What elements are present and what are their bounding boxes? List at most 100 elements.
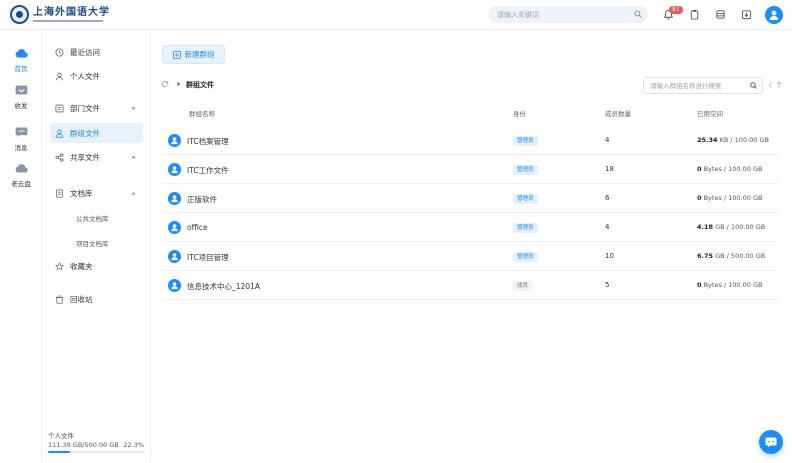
clipboard-icon[interactable] [689, 9, 700, 20]
group-name[interactable]: ITC档案管理 [187, 136, 229, 147]
global-search-input[interactable] [497, 8, 627, 21]
quota-value: 111.39 GB/500.00 GB [48, 441, 119, 449]
used-space-value: 25.34 [697, 136, 718, 144]
top-bar: 上海外国语大学 87 [0, 0, 792, 30]
member-count: 5 [605, 281, 610, 289]
used-space-value: 4.18 [697, 223, 714, 231]
trash-icon [55, 294, 64, 304]
table-row[interactable]: ITC项目管理 管理员 10 6.75 GB / 500.00 GB [162, 242, 779, 271]
rail-item-messages[interactable]: 消息 [0, 127, 42, 152]
logo-subtitle-line [33, 20, 103, 22]
cloud-icon [15, 49, 28, 58]
used-space-total: Bytes / 100.00 GB [701, 165, 763, 173]
main-content: 新建群组 群组文件 群组名称 身份 成员数量 已用空间 ITC档案管理管理员 4 2… [151, 30, 792, 463]
used-space-total: Bytes / 100.00 GB [701, 281, 763, 289]
group-name[interactable]: 正版软件 [187, 194, 217, 205]
table-row[interactable]: 正版软件 管理员 6 0 Bytes / 100.00 GB [162, 184, 779, 213]
pagination-arrows[interactable] [768, 81, 784, 91]
used-space: 4.18 GB / 100.00 GB [697, 223, 765, 231]
group-icon [168, 279, 181, 292]
breadcrumb[interactable]: 群组文件 [186, 80, 214, 90]
member-count: 18 [605, 165, 614, 173]
quota-title: 个人文件 [48, 432, 74, 440]
chevron-up-icon[interactable] [130, 190, 137, 197]
pagination-icon [768, 81, 782, 89]
global-search[interactable] [488, 6, 648, 23]
rail-item-old-cloud[interactable]: 老云盘 [0, 163, 42, 188]
group-icon [168, 221, 181, 234]
nav-item-recent[interactable]: 最近访问 [50, 42, 143, 62]
member-count: 4 [605, 136, 610, 144]
used-space: 6.75 GB / 500.00 GB [697, 252, 765, 260]
column-header-used-space[interactable]: 已用空间 [697, 108, 723, 118]
used-space: 0 Bytes / 100.00 GB [697, 165, 762, 173]
app-rail: 首页 收发 消息 老云盘 [0, 30, 42, 463]
group-name[interactable]: office [187, 223, 208, 232]
nav-item-department[interactable]: 部门文件 [50, 98, 143, 118]
database-icon[interactable] [715, 9, 726, 20]
university-name: 上海外国语大学 [33, 7, 110, 18]
download-icon[interactable] [741, 9, 752, 20]
used-space: 0 Bytes / 100.00 GB [697, 194, 762, 202]
share-icon [55, 152, 64, 162]
used-space: 25.34 KB / 100.00 GB [697, 136, 769, 144]
university-logo[interactable]: 上海外国语大学 [10, 5, 110, 24]
chat-support-button[interactable] [759, 430, 783, 454]
inbox-icon [15, 85, 27, 95]
member-count: 10 [605, 252, 614, 260]
new-group-button[interactable]: 新建群组 [162, 45, 225, 64]
refresh-icon[interactable] [161, 80, 169, 88]
university-seal-icon [10, 5, 29, 24]
chat-icon [765, 437, 777, 448]
rail-item-home[interactable]: 首页 [0, 48, 42, 73]
nav-item-group[interactable]: 群组文件 [50, 123, 143, 143]
group-icon [168, 192, 181, 205]
nav-subitem-project-library[interactable]: 项目文档库 [76, 238, 109, 248]
role-badge: 管理员 [513, 252, 538, 262]
group-search-input[interactable] [650, 80, 745, 91]
used-space-total: GB / 500.00 GB [713, 252, 766, 260]
nav-item-favorites[interactable]: 收藏夹 [50, 256, 143, 276]
used-space-total: GB / 100.00 GB [713, 223, 766, 231]
search-icon[interactable] [750, 82, 757, 89]
column-header-name[interactable]: 群组名称 [189, 108, 215, 118]
group-icon [168, 250, 181, 263]
nav-item-personal[interactable]: 个人文件 [50, 66, 143, 86]
star-icon [55, 261, 64, 270]
cloud-storage-icon [15, 164, 28, 173]
clock-icon [55, 47, 64, 57]
group-icon [168, 134, 181, 147]
group-name[interactable]: ITC项目管理 [187, 252, 229, 263]
column-header-members[interactable]: 成员数量 [605, 108, 631, 118]
used-space: 0 Bytes / 100.00 GB [697, 281, 762, 289]
group-search[interactable] [643, 77, 763, 94]
quota-percent: 22.3% [123, 441, 144, 449]
table-row[interactable]: 信息技术中心_1201A 成员 5 0 Bytes / 100.00 GB [162, 271, 779, 300]
user-avatar[interactable] [765, 6, 783, 24]
search-icon[interactable] [634, 10, 642, 18]
used-space-total: KB / 100.00 GB [717, 136, 769, 144]
department-icon [55, 104, 64, 112]
table-row[interactable]: ITC工作文件 管理员 18 0 Bytes / 100.00 GB [162, 155, 779, 184]
table-row[interactable]: office 管理员 4 4.18 GB / 100.00 GB [162, 213, 779, 242]
nav-item-trash[interactable]: 回收站 [50, 289, 143, 309]
message-icon [15, 127, 27, 137]
nav-subitem-public-library[interactable]: 公共文档库 [76, 213, 109, 223]
chevron-down-icon[interactable] [130, 154, 137, 161]
group-icon [55, 129, 64, 138]
nav-item-library[interactable]: 文档库 [50, 183, 143, 203]
nav-item-shared[interactable]: 共享文件 [50, 147, 143, 167]
chevron-down-icon[interactable] [130, 105, 137, 112]
chevron-right-icon [177, 81, 181, 87]
group-name[interactable]: 信息技术中心_1201A [187, 281, 260, 292]
table-row[interactable]: ITC档案管理 管理员 4 25.34 KB / 100.00 GB [162, 126, 779, 155]
rail-item-transfer[interactable]: 收发 [0, 85, 42, 110]
quota-progress-fill [48, 451, 70, 453]
group-name[interactable]: ITC工作文件 [187, 165, 229, 176]
notification-badge: 87 [669, 6, 683, 14]
used-space-total: Bytes / 100.00 GB [701, 194, 763, 202]
column-header-role[interactable]: 身份 [513, 108, 526, 118]
library-icon [55, 188, 64, 198]
role-badge: 管理员 [513, 223, 538, 233]
used-space-value: 6.75 [697, 252, 714, 260]
